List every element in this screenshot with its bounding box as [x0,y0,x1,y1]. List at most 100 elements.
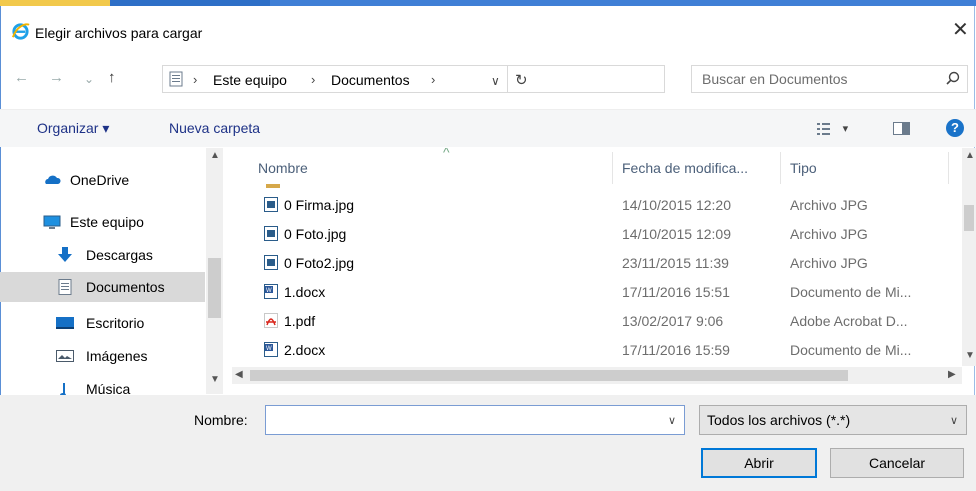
file-type-filter-value: Todos los archivos (*.*) [707,412,851,428]
file-type: Adobe Acrobat D... [790,313,908,329]
scrollbar-thumb[interactable] [964,205,974,231]
sidebar-item-documentos[interactable]: Documentos [0,272,205,302]
cancel-button[interactable]: Cancelar [830,448,964,478]
file-type-filter-select[interactable]: Todos los archivos (*.*) ∨ [699,405,967,435]
table-row[interactable]: 1.pdf 13/02/2017 9:06 Adobe Acrobat D... [256,308,956,334]
search-icon[interactable] [946,71,960,85]
word-file-icon: W [264,284,278,299]
address-dropdown-icon[interactable]: ∨ [491,74,500,88]
download-icon [58,247,72,262]
scroll-right-icon[interactable]: ▶ [948,369,956,380]
search-box[interactable] [691,65,968,93]
sidebar-item-escritorio[interactable]: Escritorio [0,308,205,338]
sidebar-item-label: Documentos [86,279,165,295]
preview-pane-icon[interactable] [893,122,910,135]
table-row[interactable]: 0 Firma.jpg 14/10/2015 12:20 Archivo JPG [256,192,956,218]
search-input[interactable] [700,70,934,88]
navigation-row: ← → ⌄ ↑ › Este equipo › Documentos › ∨ ↻ [0,58,976,100]
sidebar-item-imagenes[interactable]: Imágenes [0,341,205,371]
scroll-down-icon[interactable]: ▼ [965,350,975,361]
breadcrumb-separator[interactable]: › [431,72,435,87]
breadcrumb-item-documentos[interactable]: Documentos [331,72,410,88]
scroll-left-icon[interactable]: ◀ [235,369,243,380]
sidebar-item-descargas[interactable]: Descargas [0,240,205,270]
title-bar: Elegir archivos para cargar ✕ [0,6,976,50]
table-row[interactable]: 0 Foto.jpg 14/10/2015 12:09 Archivo JPG [256,221,956,247]
forward-arrow-icon[interactable]: → [49,68,64,88]
sort-ascending-icon: ^ [443,148,450,160]
file-list-vertical-scrollbar[interactable]: ▲ ▼ [962,148,976,366]
breadcrumb[interactable]: › Este equipo › Documentos › ∨ ↻ [162,65,665,93]
help-icon[interactable]: ? [946,119,964,137]
scroll-down-icon[interactable]: ▼ [210,374,220,385]
chevron-down-icon[interactable]: ∨ [950,414,958,427]
file-name-combobox[interactable]: ∨ [265,405,685,435]
scrollbar-thumb[interactable] [208,258,221,318]
file-name-input[interactable] [272,411,656,429]
file-type: Documento de Mi... [790,342,912,358]
new-folder-button[interactable]: Nueva carpeta [169,120,260,136]
refresh-icon[interactable]: ↻ [515,71,528,89]
column-divider[interactable] [612,152,613,184]
recent-locations-chevron-icon[interactable]: ⌄ [84,69,94,89]
sidebar-item-musica[interactable]: Música [0,374,205,395]
sidebar-item-label: Imágenes [86,348,148,364]
file-name: 0 Foto.jpg [284,226,347,242]
file-date: 14/10/2015 12:09 [622,226,731,242]
file-name: 1.docx [284,284,326,300]
file-list-horizontal-scrollbar[interactable]: ◀ ▶ [232,367,962,384]
file-date: 14/10/2015 12:20 [622,197,731,213]
chevron-down-icon[interactable]: ∨ [668,414,676,427]
close-icon[interactable]: ✕ [952,20,969,40]
file-date: 23/11/2015 11:39 [622,255,729,271]
breadcrumb-item-este-equipo[interactable]: Este equipo [213,72,287,88]
sidebar-item-label: Este equipo [70,214,144,230]
music-icon [60,383,66,395]
scroll-up-icon[interactable]: ▲ [965,150,975,161]
table-row[interactable]: W 2.docx 17/11/2016 15:59 Documento de M… [256,337,956,363]
organize-menu-button[interactable]: Organizar ▾ [37,120,109,137]
up-arrow-icon[interactable]: ↑ [108,68,116,88]
window-title: Elegir archivos para cargar [35,25,203,41]
file-type: Archivo JPG [790,255,868,271]
pdf-file-icon [264,313,278,328]
file-name: 0 Foto2.jpg [284,255,355,271]
image-file-icon [264,197,278,212]
table-row[interactable]: 0 Foto2.jpg 23/11/2015 11:39 Archivo JPG [256,250,956,276]
sidebar-item-onedrive[interactable]: OneDrive [0,165,205,195]
open-button[interactable]: Abrir [701,448,817,478]
column-divider[interactable] [780,152,781,184]
pictures-icon [56,350,74,362]
sidebar-item-label: Escritorio [86,315,145,331]
file-date: 17/11/2016 15:59 [622,342,730,358]
chevron-down-icon: ▾ [842,123,849,135]
sidebar-item-label: OneDrive [70,172,130,188]
svg-text:W: W [266,346,272,352]
sidebar-item-este-equipo[interactable]: Este equipo [0,207,205,237]
file-date: 13/02/2017 9:06 [622,313,724,329]
svg-text:W: W [266,288,272,294]
column-header-type[interactable]: Tipo [790,160,817,176]
change-view-button[interactable]: ▾ [817,120,848,136]
sidebar-item-label: Descargas [86,247,153,263]
scrollbar-thumb[interactable] [250,370,848,381]
back-arrow-icon[interactable]: ← [14,68,29,88]
sidebar-scrollbar[interactable]: ▲ ▼ [206,148,223,394]
image-file-icon [264,226,278,241]
view-options-icon [817,122,830,135]
file-name-label: Nombre: [194,412,248,428]
desktop-icon [56,317,74,329]
table-row[interactable]: W 1.docx 17/11/2016 15:51 Documento de M… [256,279,956,305]
file-name: 2.docx [284,342,326,358]
image-file-icon [264,255,278,270]
column-header-name[interactable]: Nombre [258,160,308,176]
column-header-date[interactable]: Fecha de modifica... [622,160,748,176]
breadcrumb-separator[interactable]: › [311,72,315,87]
breadcrumb-separator[interactable]: › [193,72,197,87]
file-type: Documento de Mi... [790,284,912,300]
documents-folder-icon [169,71,183,87]
column-divider[interactable] [948,152,949,184]
dialog-footer: Nombre: ∨ Todos los archivos (*.*) ∨ Abr… [0,395,976,491]
file-type: Archivo JPG [790,226,868,242]
scroll-up-icon[interactable]: ▲ [210,150,220,161]
